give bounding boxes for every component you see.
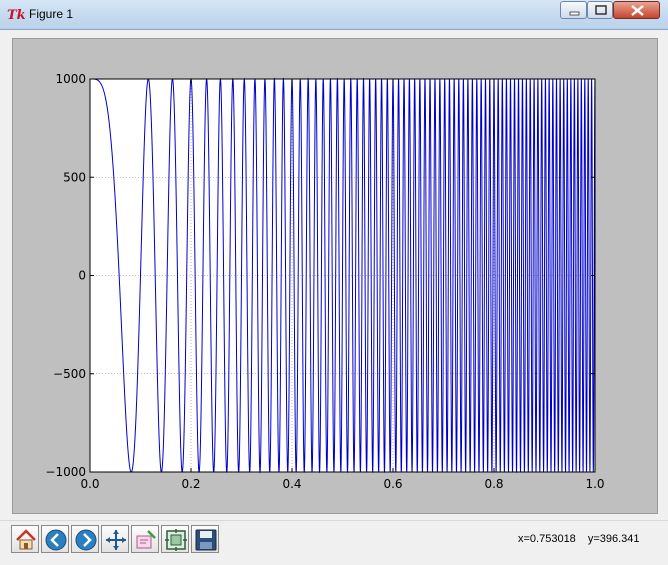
subplots-button[interactable] (161, 525, 189, 553)
maximize-icon (595, 5, 607, 15)
back-arrow-icon (45, 529, 67, 551)
maximize-button[interactable] (587, 1, 613, 19)
window-title: Figure 1 (29, 7, 74, 21)
close-icon (631, 5, 644, 16)
x-tick-label: 1.0 (585, 477, 604, 491)
window-titlebar: Tk Figure 1 (0, 0, 668, 30)
y-tick-label: −500 (53, 367, 86, 381)
minimize-icon (569, 11, 580, 16)
cursor-coordinates: x=0.753018 y=396.341 (518, 533, 640, 545)
x-tick-label: 0.8 (484, 477, 503, 491)
x-tick-label: 0.2 (181, 477, 200, 491)
zoom-button[interactable] (131, 525, 159, 553)
x-tick-label: 0.6 (383, 477, 402, 491)
subplots-config-icon (165, 529, 187, 551)
y-tick-label: 1000 (55, 72, 86, 86)
zoom-rect-icon (136, 530, 156, 549)
x-tick-label: 0.4 (282, 477, 301, 491)
save-disk-icon (195, 529, 217, 551)
figure-canvas[interactable]: 0.0 0.2 0.4 0.6 0.8 1.0 1000 500 0 −500 −1000 (12, 38, 658, 514)
close-button[interactable] (613, 1, 660, 19)
y-tick-label: 500 (63, 170, 86, 184)
pan-arrows-icon (106, 530, 126, 550)
cursor-y-readout: y=396.341 (587, 533, 640, 545)
home-icon (16, 529, 36, 550)
forward-button[interactable] (71, 525, 99, 553)
y-tick-label: 0 (78, 269, 86, 283)
svg-text:Tk: Tk (7, 8, 25, 22)
back-button[interactable] (41, 525, 69, 553)
cursor-x-readout: x=0.753018 (518, 533, 576, 545)
line-chart: 0.0 0.2 0.4 0.6 0.8 1.0 1000 500 0 −500 −1000 (45, 72, 604, 491)
y-tick-label: −1000 (45, 465, 86, 479)
x-tick-label: 0.0 (80, 477, 99, 491)
home-button[interactable] (11, 525, 39, 553)
save-button[interactable] (191, 525, 219, 553)
minimize-button[interactable] (560, 1, 587, 19)
pan-button[interactable] (101, 525, 129, 553)
tk-feather-icon: Tk (7, 8, 25, 22)
navigation-toolbar: x=0.753018 y=396.341 (0, 520, 668, 565)
forward-arrow-icon (75, 529, 97, 551)
